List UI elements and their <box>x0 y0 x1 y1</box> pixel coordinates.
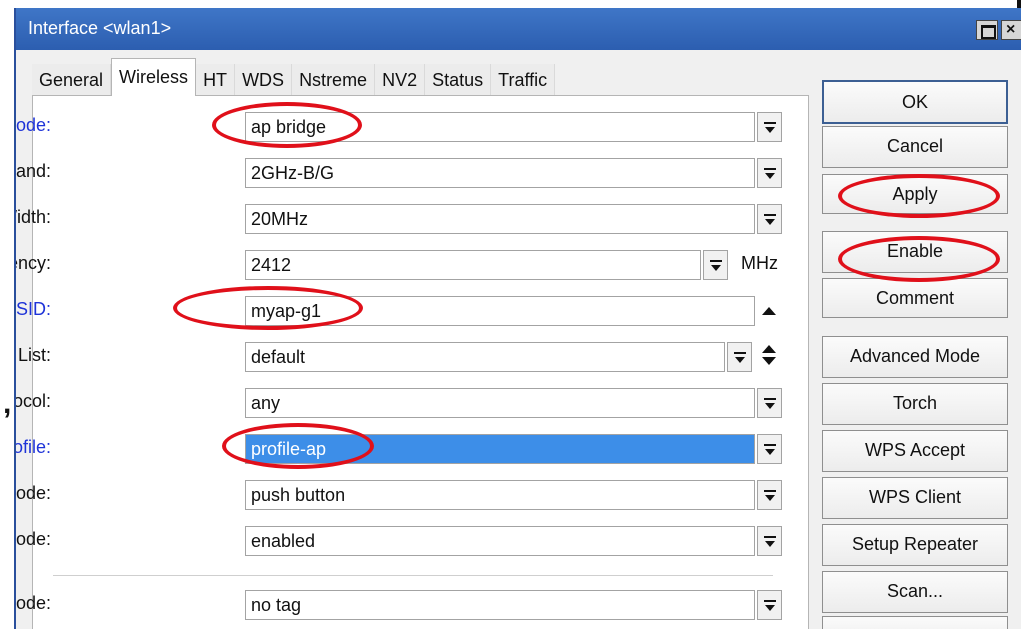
move-down-icon[interactable] <box>762 357 776 365</box>
advanced-mode-button[interactable]: Advanced Mode <box>822 336 1008 378</box>
tab-wireless[interactable]: Wireless <box>111 58 197 96</box>
tab-strip: General Wireless HT WDS Nstreme NV2 Stat… <box>32 58 556 96</box>
dropdown-arrow-icon[interactable] <box>757 388 782 418</box>
vlan-mode-select[interactable]: no tag <box>245 590 755 620</box>
band-label: Band: <box>15 161 51 181</box>
tab-ht[interactable]: HT <box>196 64 236 96</box>
band-select[interactable]: 2GHz-B/G <box>245 158 755 188</box>
cancel-button[interactable]: Cancel <box>822 126 1008 168</box>
move-up-icon[interactable] <box>762 345 776 353</box>
dropdown-arrow-icon[interactable] <box>757 204 782 234</box>
setup-repeater-button[interactable]: Setup Repeater <box>822 524 1008 566</box>
wireless-settings-panel: Mode: ap bridge Band: 2GHz-B/G Channel W… <box>16 95 809 629</box>
comment-button[interactable]: Comment <box>822 278 1008 318</box>
dropdown-arrow-icon[interactable] <box>757 526 782 556</box>
mode-label: Mode: <box>15 115 51 135</box>
wps-mode-label: WPS Mode: <box>15 483 51 503</box>
close-icon[interactable]: × <box>1001 20 1021 40</box>
ok-button[interactable]: OK <box>822 80 1008 124</box>
dropdown-arrow-icon[interactable] <box>757 112 782 142</box>
dropdown-arrow-icon[interactable] <box>757 434 782 464</box>
wps-mode-select[interactable]: push button <box>245 480 755 510</box>
dropdown-arrow-icon[interactable] <box>727 342 752 372</box>
security-profile-select[interactable]: profile-ap <box>245 434 755 464</box>
collapse-up-icon[interactable] <box>762 307 776 315</box>
dropdown-arrow-icon[interactable] <box>703 250 728 280</box>
wireless-protocol-label: Wireless Protocol: <box>14 391 51 411</box>
tab-nstreme[interactable]: Nstreme <box>292 64 376 96</box>
dropdown-arrow-icon[interactable] <box>757 480 782 510</box>
maximize-icon[interactable] <box>976 20 998 40</box>
wps-client-button[interactable]: WPS Client <box>822 477 1008 519</box>
bridge-mode-select[interactable]: enabled <box>245 526 755 556</box>
scan-list-label: Scan List: <box>16 345 51 365</box>
scan-button[interactable]: Scan... <box>822 571 1008 613</box>
channel-width-select[interactable]: 20MHz <box>245 204 755 234</box>
tab-nv2[interactable]: NV2 <box>375 64 426 96</box>
title-bar[interactable]: Interface <wlan1> × <box>16 8 1021 50</box>
interface-window: Interface <wlan1> × General Wireless HT … <box>14 8 1021 629</box>
frequency-select[interactable]: 2412 <box>245 250 701 280</box>
torch-button[interactable]: Torch <box>822 383 1008 425</box>
ssid-input[interactable]: myap-g1 <box>245 296 755 326</box>
bridge-mode-label: Bridge Mode: <box>15 529 51 549</box>
wps-accept-button[interactable]: WPS Accept <box>822 430 1008 472</box>
security-profile-label: Security Profile: <box>14 437 51 457</box>
dropdown-arrow-icon[interactable] <box>757 590 782 620</box>
tab-status[interactable]: Status <box>425 64 492 96</box>
vlan-mode-label: VLAN Mode: <box>15 593 51 613</box>
scan-list-select[interactable]: default <box>245 342 725 372</box>
channel-width-label: Channel Width: <box>16 207 51 227</box>
frequency-label: Frequency: <box>16 253 51 273</box>
mode-select[interactable]: ap bridge <box>245 112 755 142</box>
wireless-protocol-select[interactable]: any <box>245 388 755 418</box>
tab-traffic[interactable]: Traffic <box>491 64 556 96</box>
frequency-unit: MHz <box>741 253 778 273</box>
apply-button[interactable]: Apply <box>822 174 1008 214</box>
section-divider <box>53 575 773 576</box>
edge-artifact-mark: , <box>3 387 12 420</box>
ssid-label: SSID: <box>15 299 51 319</box>
enable-button[interactable]: Enable <box>822 231 1008 273</box>
window-title: Interface <wlan1> <box>28 18 172 38</box>
partial-button[interactable] <box>822 616 1008 629</box>
dropdown-arrow-icon[interactable] <box>757 158 782 188</box>
tab-wds[interactable]: WDS <box>235 64 293 96</box>
tab-general[interactable]: General <box>32 64 112 96</box>
